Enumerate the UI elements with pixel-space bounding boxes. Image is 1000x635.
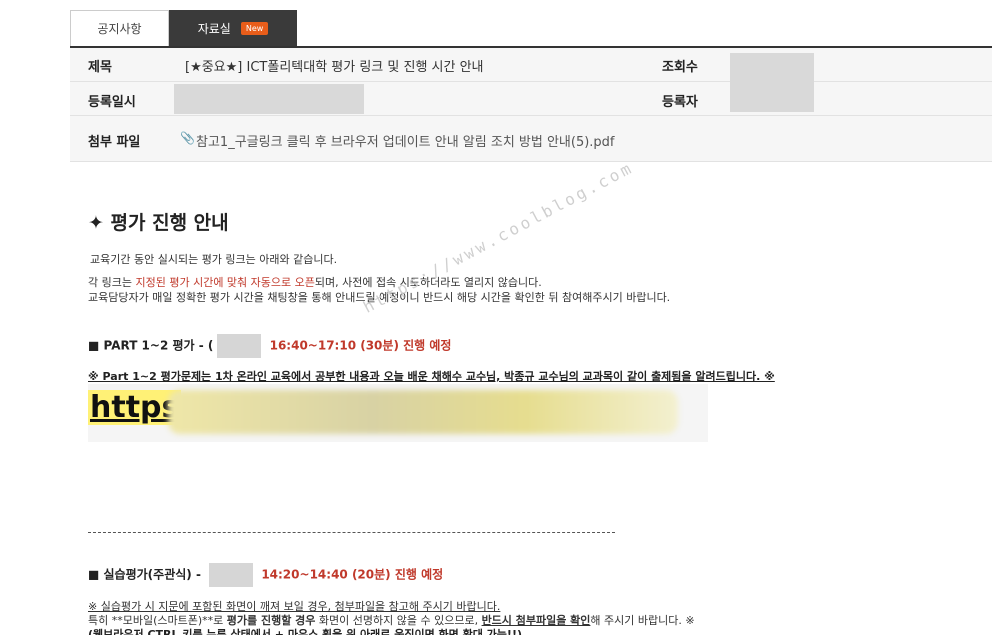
section-heading: ✦ 평가 진행 안내: [88, 212, 229, 234]
info-row-date: 등록일시 등록자: [70, 82, 992, 116]
practice-schedule: ■ 실습평가(주관식) - 14:20~14:40 (20분) 진행 예정: [88, 563, 443, 587]
info-row-title: 제목 [★중요★] ICT폴리텍대학 평가 링크 및 진행 시간 안내 조회수: [70, 48, 992, 83]
practice-date-redacted: [209, 563, 254, 587]
part12-schedule: ■ PART 1~2 평가 - ( 16:40~17:10 (30분) 진행 예…: [88, 334, 451, 358]
part12-note: ※ Part 1~2 평가문제는 1차 온라인 교육에서 공부한 내용과 오늘 …: [88, 370, 775, 383]
post-title: [★중요★] ICT폴리텍대학 평가 링크 및 진행 시간 안내: [185, 60, 484, 75]
tab-notice-label: 공지사항: [97, 22, 142, 36]
board-tabs: 공지사항 자료실 New: [70, 10, 992, 48]
link-redacted: [168, 390, 678, 434]
date-redacted: [174, 84, 364, 114]
line2-pre: 각 링크는: [88, 276, 136, 289]
tab-files[interactable]: 자료실 New: [169, 10, 297, 46]
practice-time: 14:20~14:40 (20분) 진행 예정: [261, 567, 444, 582]
author-redacted: [730, 82, 814, 112]
part12-label: ■ PART 1~2 평가 - (: [88, 338, 214, 353]
note3-post: 해 주시기 바랍니다. ※: [590, 614, 695, 627]
zoom-note: (웹브라우저 CTRL 키를 누른 상태에서 + 마우스 휠을 위 아래로 움직…: [88, 628, 522, 635]
paperclip-icon: 📎: [180, 131, 195, 145]
evaluation-link[interactable]: https: [88, 384, 708, 442]
tab-files-label: 자료실: [197, 21, 231, 36]
info-row-attach: 첨부 파일 📎 참고1_구글링크 클릭 후 브라우저 업데이트 안내 알림 조치…: [70, 116, 992, 162]
post-info-table: 제목 [★중요★] ICT폴리텍대학 평가 링크 및 진행 시간 안내 조회수 …: [70, 48, 992, 162]
practice-label: ■ 실습평가(주관식) -: [88, 567, 201, 582]
tab-notice[interactable]: 공지사항: [70, 10, 169, 46]
part12-date-redacted: [217, 334, 262, 358]
open-notice-text: 각 링크는 지정된 평가 시간에 맞춰 자동으로 오픈되며, 사전에 접속 시도…: [88, 274, 542, 290]
line2-highlight: 지정된 평가 시간에 맞춰 자동으로 오픈: [135, 276, 315, 289]
intro-text: 교육기간 동안 실시되는 평가 링크는 아래와 같습니다.: [90, 253, 338, 266]
attachment-link[interactable]: 참고1_구글링크 클릭 후 브라우저 업데이트 안내 알림 조치 방법 안내(5…: [196, 131, 615, 150]
new-badge: New: [240, 21, 269, 35]
section-divider: [88, 532, 615, 533]
title-label: 제목: [88, 60, 112, 75]
part12-time: 16:40~17:10 (30분) 진행 예정: [269, 338, 452, 353]
views-redacted: [730, 53, 814, 83]
date-label: 등록일시: [88, 95, 136, 110]
author-label: 등록자: [662, 95, 698, 110]
views-label: 조회수: [662, 60, 698, 75]
attach-label: 첨부 파일: [88, 135, 141, 150]
